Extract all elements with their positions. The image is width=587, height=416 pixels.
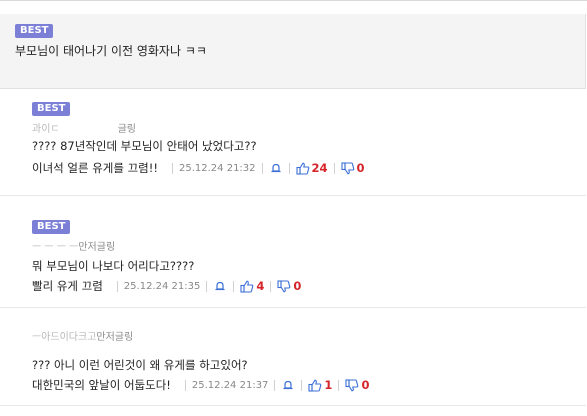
reply-2: BEST ㅡ ㅡ ㅡ ㅡ만저글링 뭐 부모님이 나보다 어리다고???? 빨리 … [0,196,586,308]
upvote-count: 24 [311,161,328,175]
divider [116,280,118,292]
reply-3: ㅡ아드이다크고만저글링 ??? 아니 이런 어린것이 왜 유게를 하고있어? 대… [0,308,586,406]
divider [233,280,235,292]
divider [172,162,173,174]
report-bell-icon[interactable] [281,379,295,392]
reply-meta-row: 빨리 유게 끄렴 25.12.24 21:35 4 0 [32,278,301,294]
divider [270,280,272,292]
thumbs-up-icon [308,379,322,392]
reply-author[interactable]: ㅡ아드이다크고만저글링 [32,328,133,343]
divider [274,379,276,391]
divider [333,162,335,174]
divider [261,162,263,174]
divider [206,280,208,292]
thumbs-down-icon [345,378,359,391]
upvote-count: 4 [256,279,265,293]
best-badge: BEST [32,220,71,234]
upvote-button[interactable]: 1 [308,378,332,392]
upvote-button[interactable]: 4 [240,279,264,293]
author-suffix: 만저글링 [96,332,134,343]
downvote-count: 0 [361,378,370,392]
downvote-count: 0 [293,279,302,293]
author-name-blurred: ㅡ ㅡ ㅡ ㅡ [32,242,79,253]
report-bell-icon[interactable] [213,280,227,293]
reply-text-line1: ???? 87년작인데 부모님이 안태어 났었다고?? [32,139,257,153]
downvote-button[interactable]: 0 [345,378,369,392]
author-suffix: 만저글링 [78,242,116,253]
post-text: 부모님이 태어나기 이전 영화자나 ㅋㅋ [15,44,207,58]
upvote-button[interactable]: 24 [295,161,328,175]
thumbs-up-icon [295,162,309,175]
best-badge: BEST [15,24,54,38]
reply-meta-row: 대한민국의 앞날이 어둡도다! 25.12.24 21:37 1 0 [32,377,369,393]
divider [338,379,340,391]
reply-1: BEST 과이ㄷ 글링 ???? 87년작인데 부모님이 안태어 났었다고?? 이… [0,89,586,196]
top-divider [0,0,587,1]
reply-text-line2: 이녀석 얼른 유게를 끄렴!! [32,161,158,175]
reply-date: 25.12.24 21:35 [123,280,201,292]
downvote-button[interactable]: 0 [340,161,365,175]
upvote-count: 1 [324,378,333,392]
reply-date: 25.12.24 21:32 [179,162,256,174]
reply-author[interactable]: 과이ㄷ 글링 [32,120,136,135]
thumbs-down-icon [340,161,354,174]
divider [288,162,290,174]
reply-text-line2: 대한민국의 앞날이 어둡도다! [32,378,171,392]
reply-text-line1: ??? 아니 이런 어린것이 왜 유게를 하고있어? [32,358,248,372]
divider [184,379,186,391]
downvote-count: 0 [356,161,365,175]
reply-author[interactable]: ㅡ ㅡ ㅡ ㅡ만저글링 [32,238,115,253]
author-name-blurred: ㅡ아드이다크고 [32,332,97,343]
reply-text-line1: 뭐 부모님이 나보다 어리다고???? [32,259,195,273]
reply-meta-row: 이녀석 얼른 유게를 끄렴!! 25.12.24 21:32 24 0 [32,160,365,176]
thumbs-down-icon [277,279,291,292]
best-badge: BEST [32,102,71,116]
best-post: BEST 부모님이 태어나기 이전 영화자나 ㅋㅋ [0,14,586,89]
author-name-blurred: 과이ㄷ [32,124,60,135]
downvote-button[interactable]: 0 [277,279,301,293]
reply-date: 25.12.24 21:37 [191,379,269,391]
reply-text-line2: 빨리 유게 끄렴 [32,279,103,293]
author-suffix: 글링 [117,124,137,135]
thumbs-up-icon [240,280,254,293]
report-bell-icon[interactable] [269,162,283,175]
divider [301,379,303,391]
